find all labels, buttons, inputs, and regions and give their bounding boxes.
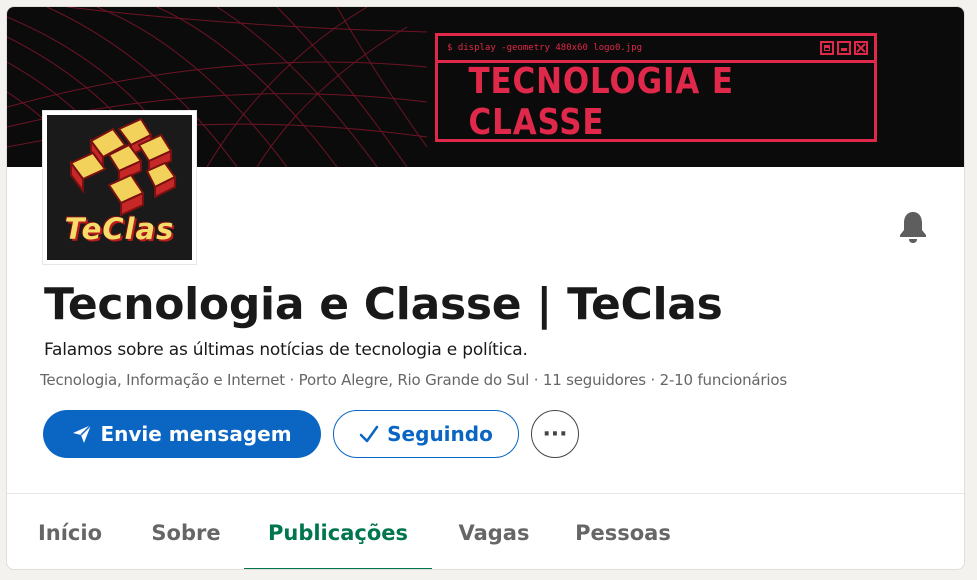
banner-terminal-window: $ display -geometry 480x60 logo0.jpg TEC… [435,33,877,143]
company-tagline: Falamos sobre as últimas notícias de tec… [44,340,528,360]
bell-icon[interactable] [897,210,929,248]
terminal-command: $ display -geometry 480x60 logo0.jpg [447,43,643,53]
more-options-button[interactable]: ··· [531,410,579,458]
page-title: Tecnologia e Classe | TeClas [44,279,723,330]
send-message-button[interactable]: Envie mensagem [43,410,321,458]
following-label: Seguindo [387,422,493,446]
close-icon [854,41,868,55]
tab-sobre[interactable]: Sobre [133,494,239,569]
logo-image: TeClas [47,115,192,260]
maximize-icon [820,41,834,55]
check-icon [359,425,379,443]
following-button[interactable]: Seguindo [333,410,519,458]
more-options-icon: ··· [542,421,568,447]
company-meta: Tecnologia, Informação e Internet · Port… [40,371,787,389]
tab-vagas[interactable]: Vagas [439,494,549,569]
company-page-card: $ display -geometry 480x60 logo0.jpg TEC… [6,6,965,570]
send-message-label: Envie mensagem [100,422,292,446]
page-tabs: Início Sobre Publicações Vagas Pessoas [7,494,964,569]
send-icon [73,424,92,443]
minimize-icon [837,41,851,55]
tab-inicio[interactable]: Início [15,494,125,569]
company-logo[interactable]: TeClas [42,110,197,265]
tab-publicacoes[interactable]: Publicações [244,494,432,569]
logo-wordmark: TeClas [64,212,175,246]
banner-brand-text: TECNOLOGIA E CLASSE [468,61,734,143]
terminal-window-buttons [820,41,868,55]
tab-pessoas[interactable]: Pessoas [557,494,689,569]
terminal-titlebar: $ display -geometry 480x60 logo0.jpg [438,36,874,63]
